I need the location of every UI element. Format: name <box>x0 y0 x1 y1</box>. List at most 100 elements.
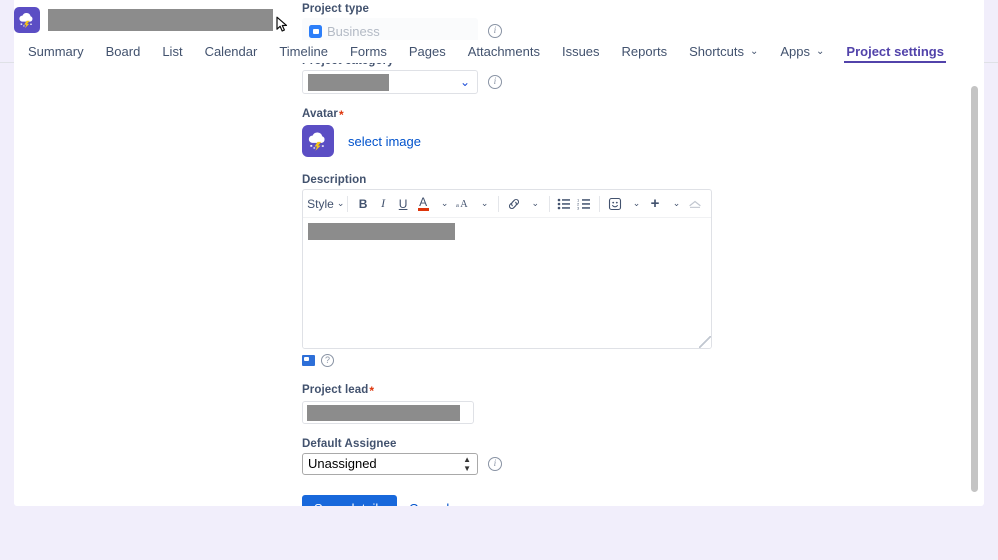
insert-button[interactable]: + <box>645 193 665 215</box>
project-lead-label: Project lead* <box>302 384 732 398</box>
nav-item-board[interactable]: Board <box>95 40 152 63</box>
nav-item-label: Attachments <box>468 42 540 62</box>
project-lead-field: Project lead* <box>302 384 732 424</box>
nav-item-label: Apps <box>780 42 810 62</box>
nav-item-timeline[interactable]: Timeline <box>268 40 339 63</box>
emoji-caret[interactable]: ⌄ <box>625 193 645 215</box>
select-image-link[interactable]: select image <box>348 134 421 149</box>
nav-item-forms[interactable]: Forms <box>339 40 398 63</box>
default-assignee-field: Default Assignee Unassigned ▲▼ i <box>302 438 732 475</box>
bulleted-list-icon[interactable] <box>554 193 574 215</box>
description-textarea[interactable] <box>303 218 711 348</box>
numbered-list-icon[interactable]: 1 2 3 <box>574 193 594 215</box>
nav-item-shortcuts[interactable]: Shortcuts ⌄ <box>678 40 769 63</box>
default-assignee-value: Unassigned <box>308 456 377 471</box>
collapse-icon[interactable] <box>685 193 705 215</box>
underline-button[interactable]: U <box>393 193 413 215</box>
nav-item-label: Timeline <box>279 42 328 62</box>
nav-item-project-settings[interactable]: Project settings <box>835 40 955 63</box>
avatar[interactable] <box>302 125 334 157</box>
nav-item-pages[interactable]: Pages <box>398 40 457 63</box>
chevron-down-icon: ⌄ <box>633 198 641 209</box>
app-root: Project type Business i Project category <box>0 0 998 560</box>
italic-button[interactable]: I <box>373 193 393 215</box>
chevron-down-icon: ⌄ <box>750 47 758 57</box>
nav-item-reports[interactable]: Reports <box>611 40 679 63</box>
nav-item-label: Board <box>106 42 141 62</box>
description-label: Description <box>302 174 732 186</box>
business-square-icon <box>309 25 322 38</box>
editor-footer: ? <box>302 354 732 367</box>
project-category-select[interactable]: ⌄ <box>302 70 478 94</box>
link-icon[interactable] <box>504 193 524 215</box>
avatar-field: Avatar* select image <box>302 108 732 157</box>
divider <box>498 196 499 212</box>
divider <box>347 196 348 212</box>
nav-item-label: List <box>162 42 182 62</box>
chevron-down-icon: ⌄ <box>441 198 449 209</box>
project-nav: Summary Board List Calendar Timeline Forms Pag… <box>14 40 984 63</box>
svg-text:A: A <box>460 199 468 210</box>
chevron-down-icon: ⌄ <box>673 198 681 209</box>
nav-item-list[interactable]: List <box>151 40 193 63</box>
default-assignee-select[interactable]: Unassigned ▲▼ <box>302 453 478 475</box>
nav-item-label: Calendar <box>205 42 258 62</box>
text-style-caret[interactable]: ⌄ <box>473 193 493 215</box>
insert-caret[interactable]: ⌄ <box>665 193 685 215</box>
nav-item-label: Issues <box>562 42 600 62</box>
nav-item-calendar[interactable]: Calendar <box>194 40 269 63</box>
nav-item-label: Summary <box>28 42 84 62</box>
project-details-form: Project type Business i Project category <box>302 0 732 506</box>
info-icon[interactable]: i <box>488 75 502 89</box>
nav-item-label: Project settings <box>846 42 944 62</box>
info-icon[interactable]: i <box>488 457 502 471</box>
nav-item-issues[interactable]: Issues <box>551 40 611 63</box>
nav-item-summary[interactable]: Summary <box>28 40 95 63</box>
scrollbar-thumb[interactable] <box>971 86 978 492</box>
project-type-label: Project type <box>302 3 732 15</box>
project-type-field: Project type Business i <box>302 3 732 44</box>
nav-item-label: Reports <box>622 42 668 62</box>
chevron-down-icon: ⌄ <box>460 75 470 89</box>
bold-button[interactable]: B <box>353 193 373 215</box>
resize-handle[interactable] <box>699 336 711 348</box>
insert-image-icon[interactable] <box>302 355 315 366</box>
project-name-redacted <box>48 9 273 31</box>
project-lead-value-redacted <box>307 405 460 421</box>
text-color-caret[interactable]: ⌄ <box>433 193 453 215</box>
settings-scroll-pane: Project type Business i Project category <box>14 0 984 506</box>
text-color-button[interactable]: A <box>413 193 433 215</box>
project-type-text: Business <box>327 24 380 39</box>
avatar-label: Avatar* <box>302 108 732 122</box>
form-actions: Save details Cancel <box>302 495 732 506</box>
editor-toolbar: Style⌄ B I U A ⌄ <box>303 190 711 218</box>
divider <box>549 196 550 212</box>
stepper-arrows-icon: ▲▼ <box>463 456 471 473</box>
save-details-button[interactable]: Save details <box>302 495 397 506</box>
style-dropdown[interactable]: Style⌄ <box>309 193 342 215</box>
text-style-button[interactable]: a A <box>453 193 473 215</box>
nav-item-label: Shortcuts <box>689 42 744 62</box>
description-editor: Style⌄ B I U A ⌄ <box>302 189 712 349</box>
vertical-scrollbar[interactable] <box>971 86 978 492</box>
divider <box>599 196 600 212</box>
required-marker: * <box>339 108 344 122</box>
required-marker: * <box>369 384 374 398</box>
emoji-icon[interactable] <box>605 193 625 215</box>
default-assignee-label: Default Assignee <box>302 438 732 450</box>
nav-item-attachments[interactable]: Attachments <box>457 40 551 63</box>
link-caret[interactable]: ⌄ <box>524 193 544 215</box>
nav-item-apps[interactable]: Apps⌄ <box>769 40 835 63</box>
chevron-down-icon: ⌄ <box>337 198 345 209</box>
help-icon[interactable]: ? <box>321 354 334 367</box>
info-icon[interactable]: i <box>488 24 502 38</box>
project-lead-input[interactable] <box>302 401 474 424</box>
nav-item-label: Forms <box>350 42 387 62</box>
mouse-cursor <box>276 16 289 36</box>
project-category-value-redacted <box>308 74 389 91</box>
content-card: Project type Business i Project category <box>14 0 984 506</box>
svg-text:3: 3 <box>577 205 580 209</box>
description-content-redacted <box>308 223 455 240</box>
cloud-lightning-icon <box>14 7 40 33</box>
cancel-button[interactable]: Cancel <box>409 501 449 507</box>
